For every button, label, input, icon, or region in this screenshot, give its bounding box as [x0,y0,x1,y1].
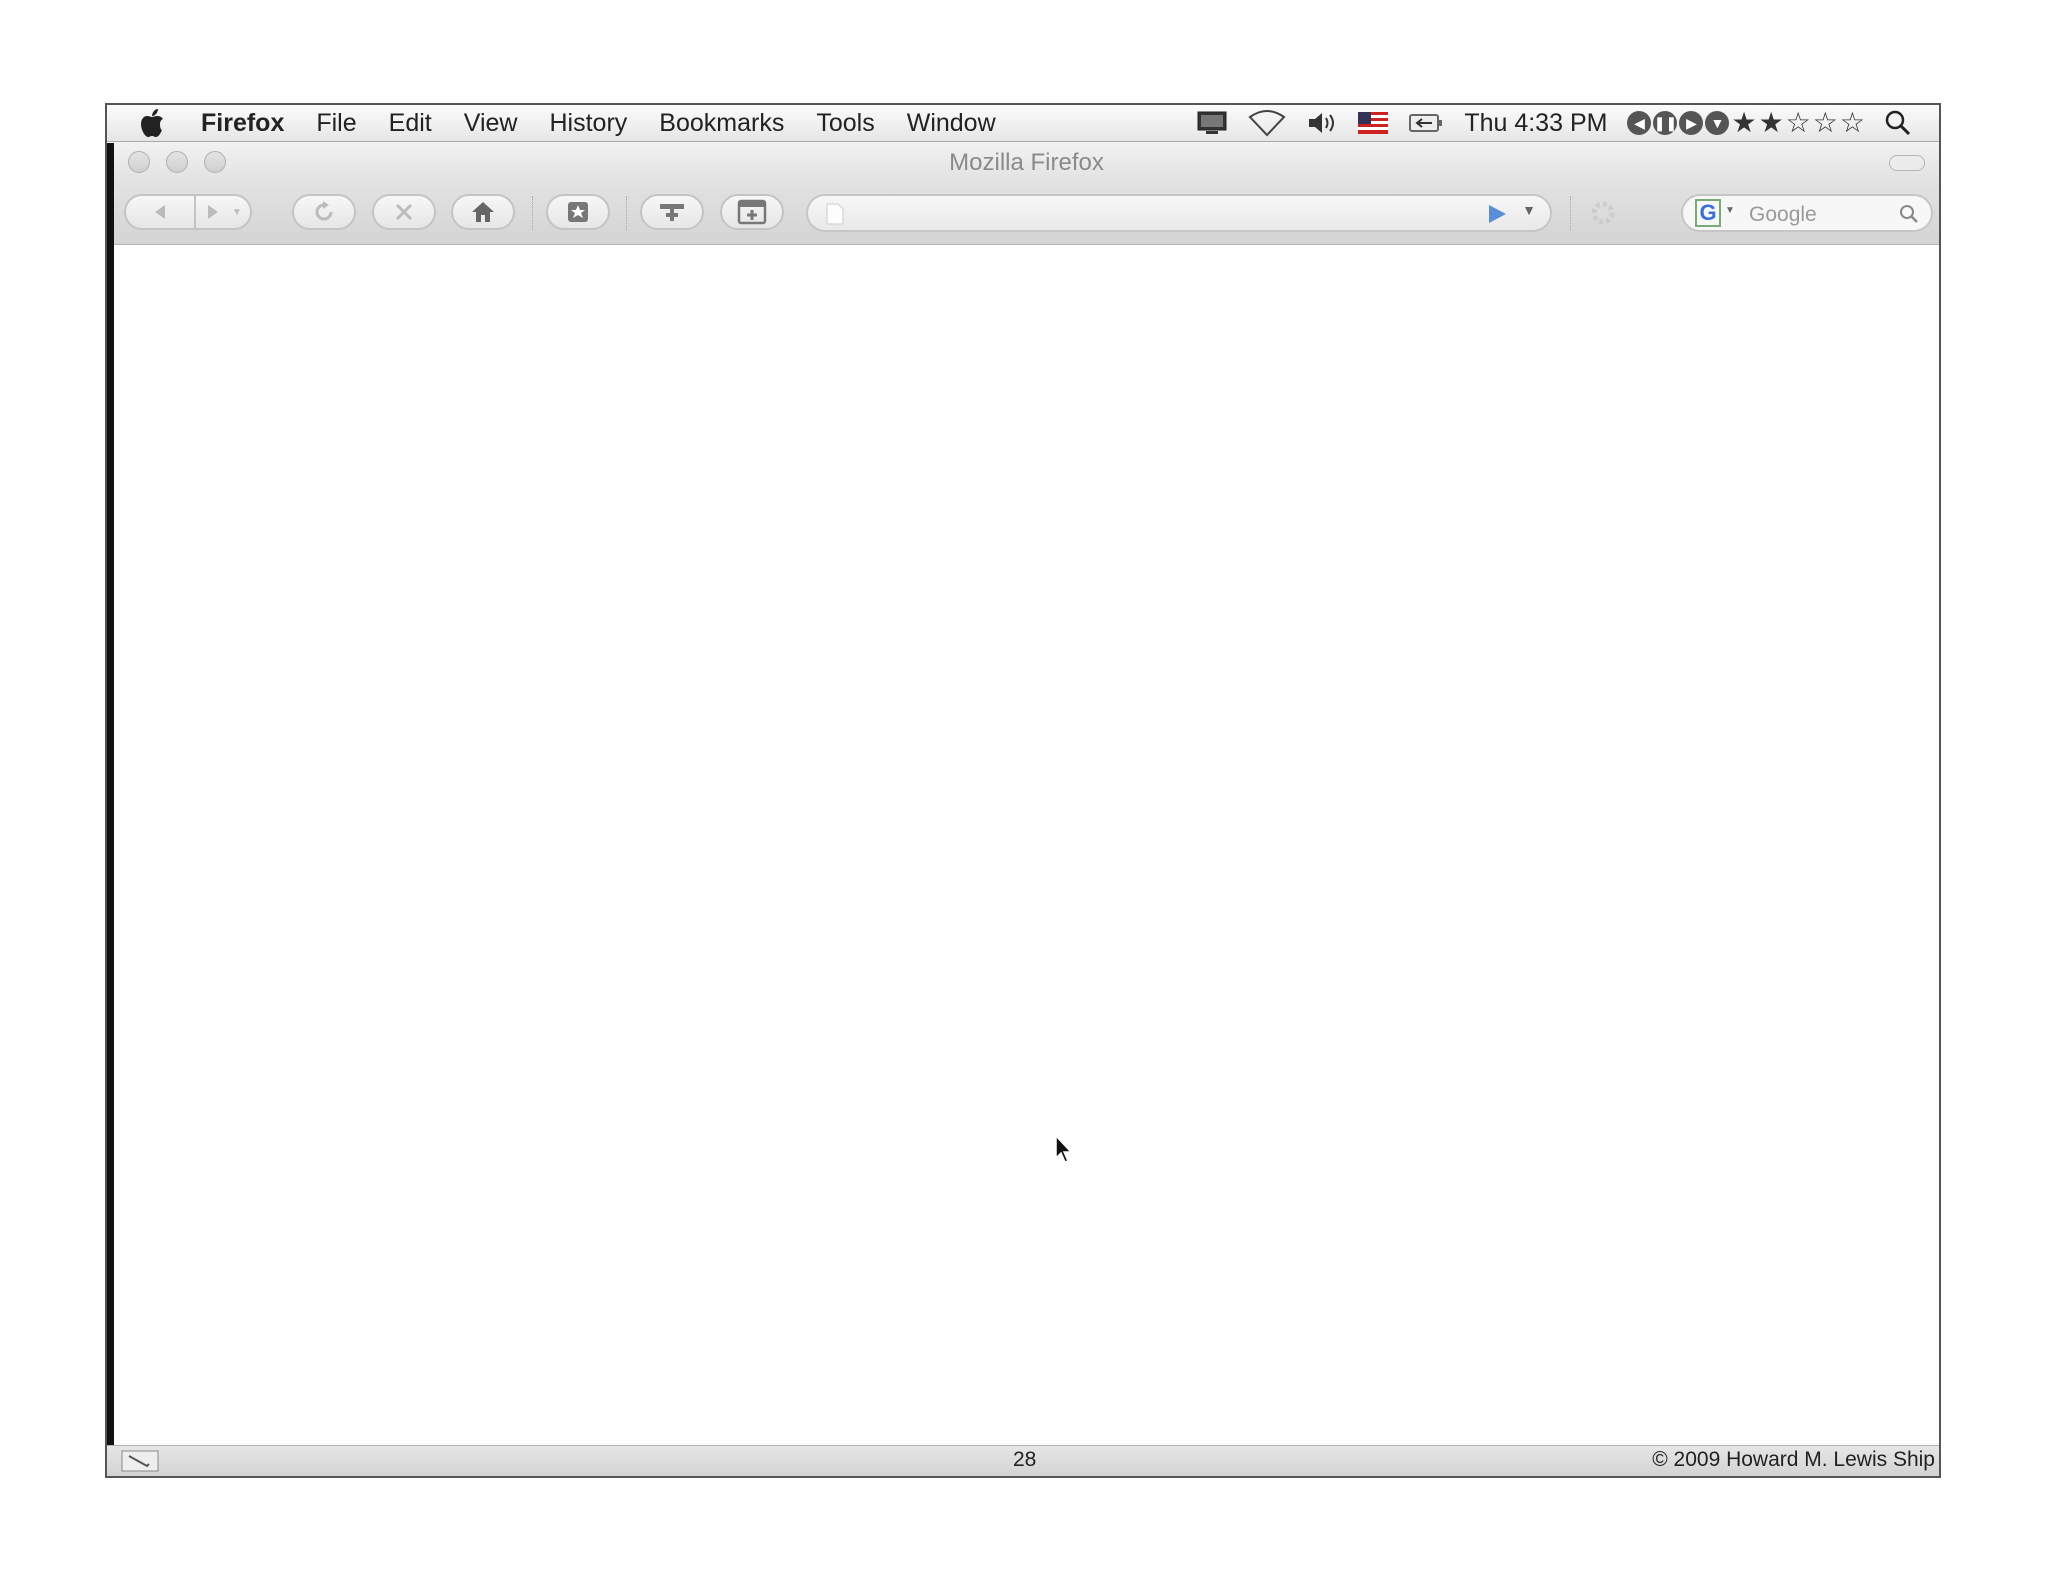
reload-button[interactable] [292,194,356,230]
menu-app-name[interactable]: Firefox [201,109,284,138]
star-filled-icon[interactable]: ★ [1759,109,1784,137]
page-number: 28 [1013,1448,1037,1471]
window-titlebar[interactable]: Mozilla Firefox [114,142,1939,182]
new-tab-icon [737,199,767,225]
forward-button[interactable]: ▼ [194,194,252,230]
home-button[interactable] [451,194,515,230]
toolbar-separator [626,196,628,230]
menu-extras: Thu 4:33 PM ◀ ❚❚ ▶ ▼ ★ ★ ☆ ☆ ☆ [1196,105,1911,141]
menu-clock[interactable]: Thu 4:33 PM [1464,109,1607,138]
back-arrow-icon [155,205,165,219]
status-activity-icon[interactable] [121,1450,161,1472]
go-arrow-icon[interactable] [1486,203,1508,225]
home-icon [472,202,494,222]
copyright-text: © 2009 Howard M. Lewis Ship [1652,1448,1935,1471]
screen-frame: Firefox File Edit View History Bookmarks… [105,103,1941,1478]
menu-tools[interactable]: Tools [816,109,874,138]
star-empty-icon[interactable]: ☆ [1786,109,1811,137]
toolbar-separator [1570,196,1572,230]
back-button[interactable] [124,194,196,230]
menu-history[interactable]: History [550,109,628,138]
display-icon[interactable] [1196,110,1228,136]
menu-file[interactable]: File [316,109,356,138]
stop-icon [395,203,413,221]
mouse-cursor-icon [1055,1134,1073,1163]
add-bookmark-button[interactable] [640,194,704,230]
menu-view[interactable]: View [464,109,518,138]
star-empty-icon[interactable]: ☆ [1840,109,1865,137]
search-box[interactable]: G ▼ [1681,194,1933,232]
window-edge [107,143,114,1446]
apple-logo-icon[interactable] [139,108,165,138]
gear-icon[interactable] [1588,198,1618,228]
toolbar-toggle-button[interactable] [1889,155,1925,171]
url-bar[interactable]: ▼ [806,194,1552,232]
forward-arrow-icon [208,205,219,219]
bookmarks-button[interactable] [546,194,610,230]
add-bookmark-icon [660,204,684,221]
star-filled-icon[interactable]: ★ [1731,109,1756,137]
battery-icon[interactable] [1408,112,1444,134]
url-input[interactable] [860,198,1476,230]
page-icon [826,203,844,225]
new-tab-button[interactable] [720,194,784,230]
menu-bar: Firefox File Edit View History Bookmarks… [107,105,1939,142]
stop-button[interactable] [372,194,436,230]
volume-icon[interactable] [1306,110,1338,136]
search-icon[interactable] [1885,110,1911,136]
history-dropdown-icon[interactable]: ▼ [232,207,242,218]
window-title: Mozilla Firefox [949,149,1104,176]
wifi-icon[interactable] [1248,109,1286,137]
star-empty-icon[interactable]: ☆ [1813,109,1838,137]
engine-dropdown-icon[interactable]: ▼ [1725,205,1735,216]
search-icon[interactable] [1899,204,1919,224]
status-bar: 28 © 2009 Howard M. Lewis Ship [107,1445,1939,1476]
pause-icon[interactable]: ❚❚ [1653,111,1678,135]
menu-icon[interactable]: ▼ [1705,111,1730,135]
reload-icon [315,201,333,221]
search-input[interactable] [1747,200,1891,230]
google-engine-icon[interactable]: G [1695,199,1721,227]
bookmarks-icon [568,202,588,222]
page-content[interactable] [114,245,1939,1446]
next-icon[interactable]: ▶ [1679,111,1704,135]
url-dropdown-icon[interactable]: ▼ [1522,202,1536,218]
toolbar-separator [532,196,534,230]
menu-window[interactable]: Window [907,109,996,138]
menu-bookmarks[interactable]: Bookmarks [659,109,784,138]
us-flag-icon[interactable] [1358,112,1389,134]
menu-edit[interactable]: Edit [389,109,432,138]
previous-icon[interactable]: ◀ [1627,111,1652,135]
navigation-toolbar: ▼ ▼ G ▼ [114,182,1939,245]
media-controls: ◀ ❚❚ ▶ ▼ ★ ★ ☆ ☆ ☆ [1627,109,1865,137]
